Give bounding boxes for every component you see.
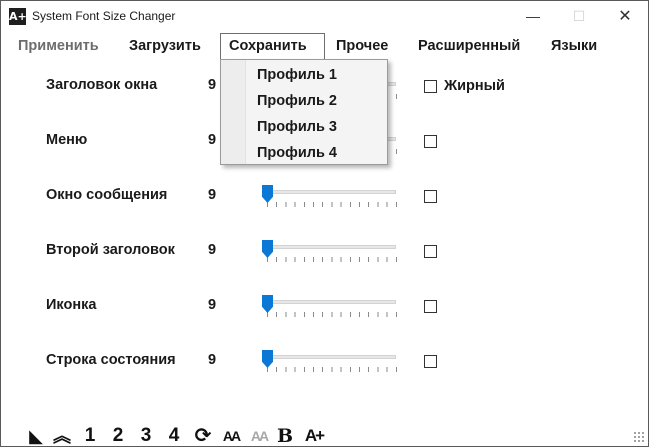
contrast-icon[interactable]: ◣ [26, 425, 46, 447]
bold-checkbox-window-title[interactable] [424, 80, 437, 93]
font-increase-icon[interactable]: A+ [302, 425, 326, 447]
menu-languages[interactable]: Языки [545, 33, 603, 60]
menu-apply[interactable]: Применить [12, 33, 105, 60]
double-up-chevron-icon[interactable]: ︽ [52, 425, 72, 447]
slider-ticks [267, 367, 397, 372]
slider-thumb[interactable] [262, 185, 273, 203]
window-title: System Font Size Changer [32, 9, 176, 23]
row-value-message-box: 9 [208, 187, 217, 203]
menu-advanced[interactable]: Расширенный [412, 33, 526, 60]
row-label-message-box: Окно сообщения [46, 187, 168, 203]
resize-grip[interactable] [633, 431, 645, 443]
bold-checkbox-status-bar[interactable] [424, 355, 437, 368]
bold-icon[interactable]: B [276, 425, 294, 447]
slider-status-bar[interactable] [259, 350, 401, 372]
slider-thumb[interactable] [262, 240, 273, 258]
minimize-button[interactable]: — [510, 1, 556, 32]
row-value-icon: 9 [208, 297, 217, 313]
slider-ticks [267, 312, 397, 317]
slider-icon[interactable] [259, 295, 401, 317]
preset-4-button[interactable]: 4 [166, 425, 182, 447]
app-window: A+ System Font Size Changer — ☐ ✕ Примен… [0, 0, 649, 447]
bold-label: Жирный [444, 78, 505, 94]
slider-track [263, 190, 396, 194]
slider-thumb[interactable] [262, 295, 273, 313]
row-label-status-bar: Строка состояния [46, 352, 176, 368]
preset-1-button[interactable]: 1 [82, 425, 98, 447]
dropdown-item-profile-2[interactable]: Профиль 2 [257, 88, 337, 114]
preset-3-button[interactable]: 3 [138, 425, 154, 447]
slider-thumb[interactable] [262, 350, 273, 368]
slider-ticks [267, 202, 397, 207]
app-logo-icon: A+ [9, 8, 27, 25]
menu-save[interactable]: Сохранить [220, 33, 325, 60]
row-label-secondary-title: Второй заголовок [46, 242, 175, 258]
menu-other[interactable]: Прочее [330, 33, 394, 60]
preset-2-button[interactable]: 2 [110, 425, 126, 447]
bold-checkbox-secondary-title[interactable] [424, 245, 437, 258]
bold-checkbox-message-box[interactable] [424, 190, 437, 203]
menu-bar: Применить Загрузить Сохранить Прочее Рас… [1, 33, 648, 61]
title-bar[interactable]: A+ System Font Size Changer — ☐ ✕ [1, 1, 648, 32]
save-dropdown-menu: Профиль 1 Профиль 2 Профиль 3 Профиль 4 [220, 59, 388, 165]
slider-track [263, 245, 396, 249]
slider-secondary-title[interactable] [259, 240, 401, 262]
slider-ticks [267, 257, 397, 262]
font-small-disabled-icon[interactable]: AA [248, 425, 270, 447]
bold-checkbox-menu[interactable] [424, 135, 437, 148]
close-button[interactable]: ✕ [602, 1, 648, 32]
bold-checkbox-icon[interactable] [424, 300, 437, 313]
row-label-window-title: Заголовок окна [46, 77, 158, 93]
dropdown-item-profile-4[interactable]: Профиль 4 [257, 140, 337, 166]
font-small-icon[interactable]: AA [220, 425, 242, 447]
dropdown-separator [245, 60, 246, 164]
dropdown-item-profile-3[interactable]: Профиль 3 [257, 114, 337, 140]
row-label-icon: Иконка [46, 297, 97, 313]
slider-track [263, 355, 396, 359]
dropdown-item-profile-1[interactable]: Профиль 1 [257, 62, 337, 88]
row-value-window-title: 9 [208, 77, 217, 93]
row-value-status-bar: 9 [208, 352, 217, 368]
refresh-icon[interactable]: ⟳ [192, 425, 214, 447]
slider-track [263, 300, 396, 304]
slider-message-box[interactable] [259, 185, 401, 207]
row-value-secondary-title: 9 [208, 242, 217, 258]
maximize-button[interactable]: ☐ [556, 1, 602, 32]
row-value-menu: 9 [208, 132, 217, 148]
dropdown-gutter [221, 60, 245, 164]
row-label-menu: Меню [46, 132, 88, 148]
menu-load[interactable]: Загрузить [123, 33, 207, 60]
